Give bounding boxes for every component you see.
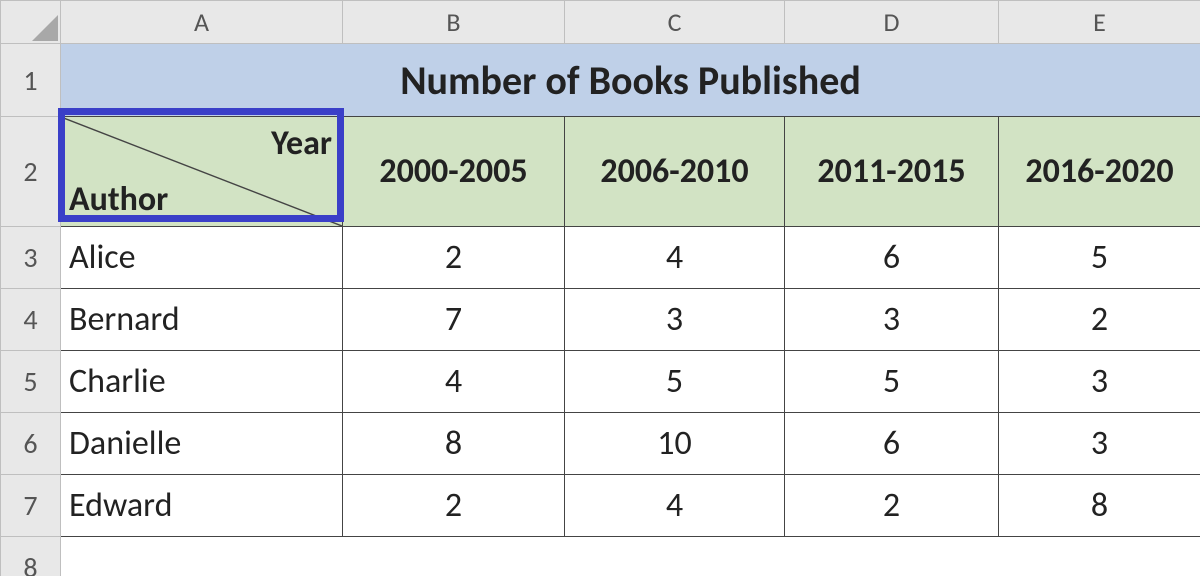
data-cell[interactable]: 8 xyxy=(343,413,565,475)
author-name[interactable]: Charlie xyxy=(61,351,343,413)
diagonal-content: Year Author xyxy=(61,117,342,226)
col-header-E[interactable]: E xyxy=(999,1,1200,44)
column-header-row: A B C D E xyxy=(1,1,1200,44)
diagonal-header-cell[interactable]: Year Author xyxy=(61,117,343,227)
col-period-3[interactable]: 2011-2015 xyxy=(785,117,999,227)
data-cell[interactable]: 5 xyxy=(785,351,999,413)
empty-row[interactable] xyxy=(61,537,1200,576)
col-header-B[interactable]: B xyxy=(343,1,565,44)
data-cell[interactable]: 3 xyxy=(999,351,1200,413)
title-cell[interactable]: Number of Books Published xyxy=(61,44,1200,117)
row-header-1[interactable]: 1 xyxy=(1,44,61,117)
data-cell[interactable]: 4 xyxy=(565,475,785,537)
author-name[interactable]: Danielle xyxy=(61,413,343,475)
row-7: 7 Edward 2 4 2 8 xyxy=(1,475,1200,537)
data-cell[interactable]: 6 xyxy=(785,227,999,289)
grid: A B C D E 1 Number of Books Published 2 … xyxy=(0,0,1200,576)
data-cell[interactable]: 3 xyxy=(565,289,785,351)
data-cell[interactable]: 5 xyxy=(999,227,1200,289)
row-2: 2 Year Author 2000-2005 2006-2010 2011-2… xyxy=(1,117,1200,227)
col-period-2[interactable]: 2006-2010 xyxy=(565,117,785,227)
diag-label-author: Author xyxy=(69,179,168,220)
diag-label-year: Year xyxy=(271,123,332,164)
col-period-4[interactable]: 2016-2020 xyxy=(999,117,1200,227)
data-cell[interactable]: 3 xyxy=(999,413,1200,475)
row-4: 4 Bernard 7 3 3 2 xyxy=(1,289,1200,351)
row-header-5[interactable]: 5 xyxy=(1,351,61,413)
data-cell[interactable]: 10 xyxy=(565,413,785,475)
author-name[interactable]: Edward xyxy=(61,475,343,537)
row-header-2[interactable]: 2 xyxy=(1,117,61,227)
data-cell[interactable]: 2 xyxy=(999,289,1200,351)
data-cell[interactable]: 8 xyxy=(999,475,1200,537)
row-5: 5 Charlie 4 5 5 3 xyxy=(1,351,1200,413)
author-name[interactable]: Bernard xyxy=(61,289,343,351)
data-cell[interactable]: 3 xyxy=(785,289,999,351)
row-3: 3 Alice 2 4 6 5 xyxy=(1,227,1200,289)
row-1: 1 Number of Books Published xyxy=(1,44,1200,117)
spreadsheet: A B C D E 1 Number of Books Published 2 … xyxy=(0,0,1200,576)
row-header-6[interactable]: 6 xyxy=(1,413,61,475)
col-period-1[interactable]: 2000-2005 xyxy=(343,117,565,227)
data-cell[interactable]: 4 xyxy=(565,227,785,289)
row-header-7[interactable]: 7 xyxy=(1,475,61,537)
row-6: 6 Danielle 8 10 6 3 xyxy=(1,413,1200,475)
data-cell[interactable]: 5 xyxy=(565,351,785,413)
row-8: 8 xyxy=(1,537,1200,576)
data-cell[interactable]: 2 xyxy=(785,475,999,537)
col-header-C[interactable]: C xyxy=(565,1,785,44)
col-header-A[interactable]: A xyxy=(61,1,343,44)
data-cell[interactable]: 2 xyxy=(343,475,565,537)
row-header-4[interactable]: 4 xyxy=(1,289,61,351)
data-cell[interactable]: 7 xyxy=(343,289,565,351)
row-header-8[interactable]: 8 xyxy=(1,537,61,576)
select-all-corner[interactable] xyxy=(1,1,61,44)
data-cell[interactable]: 4 xyxy=(343,351,565,413)
row-header-3[interactable]: 3 xyxy=(1,227,61,289)
data-cell[interactable]: 6 xyxy=(785,413,999,475)
col-header-D[interactable]: D xyxy=(785,1,999,44)
data-cell[interactable]: 2 xyxy=(343,227,565,289)
author-name[interactable]: Alice xyxy=(61,227,343,289)
